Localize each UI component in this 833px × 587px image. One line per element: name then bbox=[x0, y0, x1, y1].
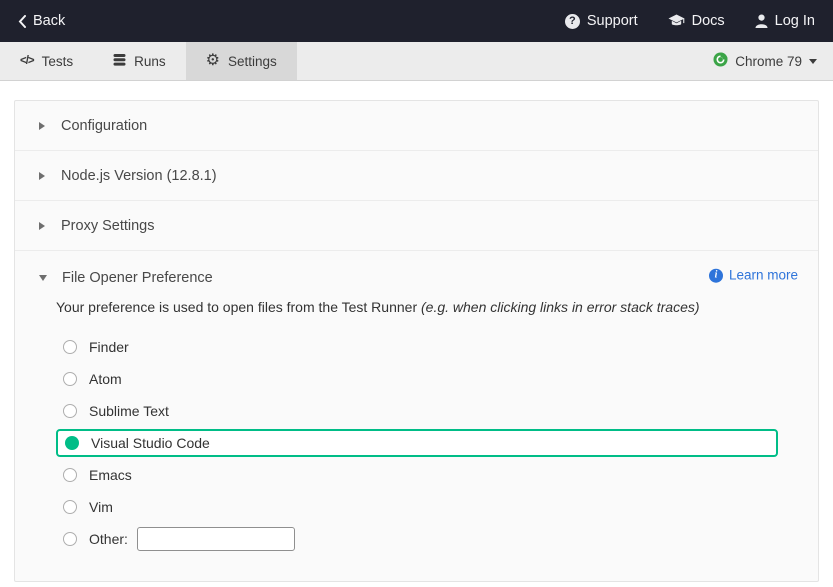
user-icon bbox=[755, 14, 768, 28]
other-path-input[interactable] bbox=[137, 527, 295, 551]
support-link[interactable]: ? Support bbox=[565, 13, 638, 29]
section-header-nodejs-version[interactable]: Node.js Version (12.8.1) bbox=[15, 151, 818, 201]
tab-tests-label: Tests bbox=[42, 54, 74, 69]
radio-selected-icon[interactable] bbox=[65, 436, 79, 450]
code-icon: </> bbox=[20, 55, 34, 67]
tab-bar: </> Tests Runs ⚙ Settings Chrome 79 bbox=[0, 42, 833, 81]
radio-option-atom[interactable]: Atom bbox=[56, 363, 778, 395]
section-title: File Opener Preference bbox=[62, 270, 213, 286]
question-circle-icon: ? bbox=[565, 14, 580, 29]
section-file-opener-preference: File Opener Preference i Learn more Your… bbox=[15, 251, 818, 581]
radio-icon[interactable] bbox=[63, 404, 77, 418]
radio-option-visual-studio-code[interactable]: Visual Studio Code bbox=[56, 429, 778, 457]
radio-icon[interactable] bbox=[63, 532, 77, 546]
radio-icon[interactable] bbox=[63, 468, 77, 482]
learn-more-label: Learn more bbox=[729, 268, 798, 283]
tab-runs-label: Runs bbox=[134, 54, 166, 69]
support-label: Support bbox=[587, 13, 638, 29]
radio-icon[interactable] bbox=[63, 340, 77, 354]
radio-option-finder[interactable]: Finder bbox=[56, 331, 778, 363]
section-title: Node.js Version (12.8.1) bbox=[61, 168, 217, 184]
file-opener-content: Your preference is used to open files fr… bbox=[15, 297, 818, 581]
runs-stack-icon bbox=[113, 54, 126, 69]
chevron-left-icon bbox=[18, 15, 26, 28]
collapsed-caret-icon bbox=[39, 122, 45, 130]
file-opener-options: Finder Atom Sublime Text Visual Studio C… bbox=[56, 331, 778, 555]
file-opener-description: Your preference is used to open files fr… bbox=[56, 299, 778, 315]
expanded-caret-icon bbox=[39, 275, 47, 281]
gear-icon: ⚙ bbox=[206, 53, 220, 69]
top-nav-bar: Back ? Support Docs Log In bbox=[0, 0, 833, 42]
caret-down-icon bbox=[809, 59, 817, 64]
collapsed-caret-icon bbox=[39, 172, 45, 180]
radio-option-sublime-text[interactable]: Sublime Text bbox=[56, 395, 778, 427]
docs-link[interactable]: Docs bbox=[668, 13, 725, 29]
graduation-cap-icon bbox=[668, 14, 685, 28]
collapsed-caret-icon bbox=[39, 222, 45, 230]
section-header-file-opener-preference[interactable]: File Opener Preference i Learn more bbox=[15, 251, 818, 297]
section-title: Proxy Settings bbox=[61, 218, 155, 234]
learn-more-link[interactable]: i Learn more bbox=[709, 268, 798, 283]
radio-option-vim[interactable]: Vim bbox=[56, 491, 778, 523]
radio-option-other[interactable]: Other: bbox=[56, 523, 778, 555]
back-button[interactable]: Back bbox=[18, 13, 65, 29]
section-title: Configuration bbox=[61, 118, 147, 134]
login-label: Log In bbox=[775, 13, 815, 29]
tab-settings-label: Settings bbox=[228, 54, 277, 69]
tab-tests[interactable]: </> Tests bbox=[0, 42, 93, 80]
section-header-proxy-settings[interactable]: Proxy Settings bbox=[15, 201, 818, 251]
radio-icon[interactable] bbox=[63, 500, 77, 514]
login-button[interactable]: Log In bbox=[755, 13, 815, 29]
info-circle-icon: i bbox=[709, 268, 723, 282]
settings-panel: Configuration Node.js Version (12.8.1) P… bbox=[14, 100, 819, 582]
tab-runs[interactable]: Runs bbox=[93, 42, 186, 80]
browser-label: Chrome 79 bbox=[735, 54, 802, 69]
docs-label: Docs bbox=[692, 13, 725, 29]
back-label: Back bbox=[33, 13, 65, 29]
radio-option-emacs[interactable]: Emacs bbox=[56, 459, 778, 491]
radio-icon[interactable] bbox=[63, 372, 77, 386]
section-header-configuration[interactable]: Configuration bbox=[15, 101, 818, 151]
tab-settings[interactable]: ⚙ Settings bbox=[186, 42, 297, 80]
section-configuration: Configuration bbox=[15, 101, 818, 151]
browser-picker[interactable]: Chrome 79 bbox=[697, 42, 833, 80]
section-nodejs-version: Node.js Version (12.8.1) bbox=[15, 151, 818, 201]
chrome-icon bbox=[713, 52, 728, 70]
section-proxy-settings: Proxy Settings bbox=[15, 201, 818, 251]
